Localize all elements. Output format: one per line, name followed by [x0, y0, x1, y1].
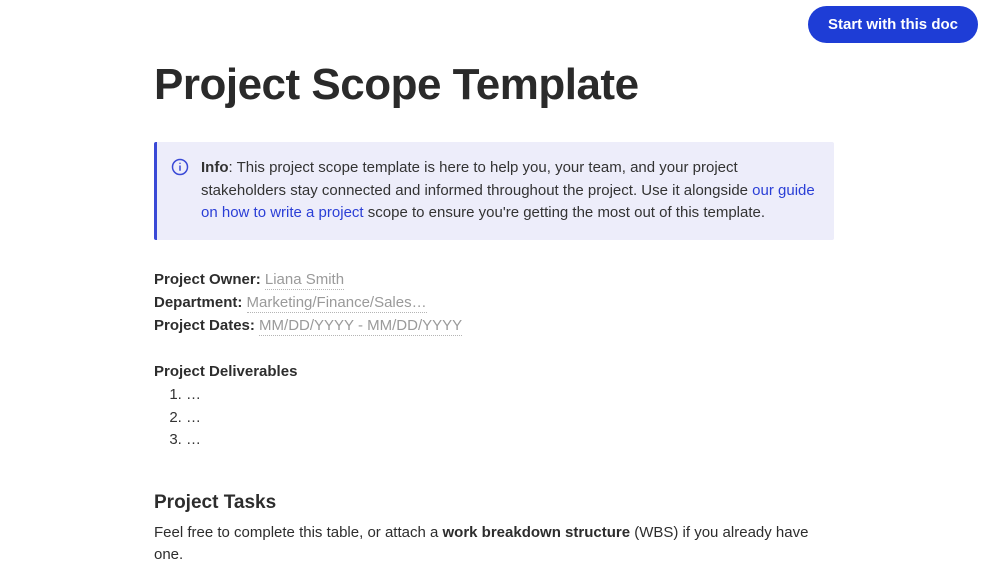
department-row: Department: Marketing/Finance/Sales… — [154, 291, 834, 314]
info-callout: Info: This project scope template is her… — [154, 142, 834, 240]
info-body-1: : This project scope template is here to… — [201, 159, 752, 199]
list-item[interactable]: … — [186, 407, 834, 430]
start-with-doc-button[interactable]: Start with this doc — [808, 6, 978, 43]
tasks-bold: work breakdown structure — [443, 524, 631, 541]
department-label: Department: — [154, 294, 247, 311]
project-tasks-heading: Project Tasks — [154, 492, 834, 514]
document-body: Project Scope Template Info: This projec… — [0, 0, 834, 567]
project-tasks-body: Feel free to complete this table, or att… — [154, 522, 834, 567]
deliverables-heading: Project Deliverables — [154, 363, 834, 380]
project-meta: Project Owner: Liana Smith Department: M… — [154, 268, 834, 338]
list-item[interactable]: … — [186, 429, 834, 452]
tasks-text-1: Feel free to complete this table, or att… — [154, 524, 443, 541]
project-dates-value[interactable]: MM/DD/YYYY - MM/DD/YYYY — [259, 317, 462, 336]
deliverables-list: … … … — [154, 384, 834, 452]
project-owner-row: Project Owner: Liana Smith — [154, 268, 834, 291]
list-item[interactable]: … — [186, 384, 834, 407]
project-dates-label: Project Dates: — [154, 317, 259, 334]
info-text: Info: This project scope template is her… — [201, 157, 816, 225]
project-owner-label: Project Owner: — [154, 271, 265, 288]
project-owner-value[interactable]: Liana Smith — [265, 271, 344, 290]
info-icon — [171, 158, 189, 181]
info-prefix: Info — [201, 159, 229, 176]
department-value[interactable]: Marketing/Finance/Sales… — [247, 294, 427, 313]
page-title: Project Scope Template — [154, 60, 834, 110]
info-body-2: scope to ensure you're getting the most … — [364, 204, 765, 221]
project-dates-row: Project Dates: MM/DD/YYYY - MM/DD/YYYY — [154, 314, 834, 337]
